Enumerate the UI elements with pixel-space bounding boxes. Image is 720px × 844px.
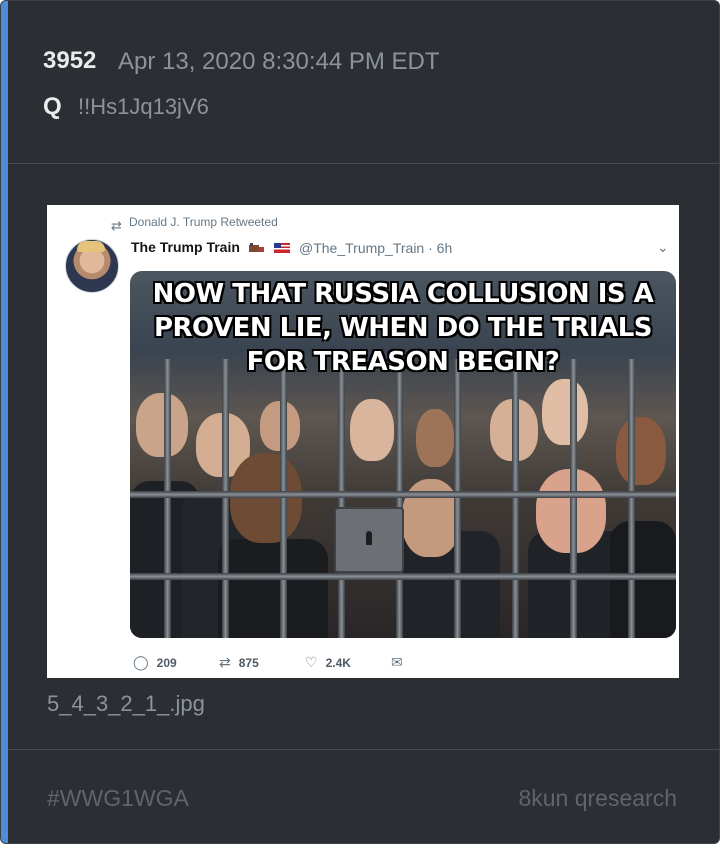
keyhole	[366, 531, 372, 545]
cell-bar	[164, 359, 171, 638]
post-author: Q	[43, 93, 62, 120]
post-source: 8kun qresearch	[518, 785, 677, 811]
hashtag: #WWG1WGA	[47, 785, 189, 811]
post-card: 3952 Apr 13, 2020 8:30:44 PM EDT Q !!Hs1…	[0, 0, 720, 844]
retweet-count: 875	[238, 656, 259, 670]
reply-action: ◯ 209	[133, 654, 177, 671]
cell-bar	[454, 359, 461, 638]
like-count: 2.4K	[325, 656, 351, 670]
meme-line: NOW THAT RUSSIA COLLUSION IS A	[152, 279, 654, 309]
train-emoji-icon	[248, 243, 264, 253]
avatar-hair	[77, 241, 105, 252]
cell-bar	[280, 359, 287, 638]
reply-count: 209	[156, 656, 177, 670]
message-action: ✉	[391, 654, 411, 671]
reply-icon: ◯	[133, 654, 149, 670]
figure-face	[350, 399, 394, 461]
cell-crossbar	[130, 491, 676, 498]
post-tripcode: !!Hs1Jq13jV6	[78, 94, 209, 119]
post-header: 3952 Apr 13, 2020 8:30:44 PM EDT Q !!Hs1…	[8, 1, 719, 163]
cell-bar	[338, 359, 345, 638]
header-divider	[8, 163, 719, 164]
retweet-label: Donald J. Trump Retweeted	[129, 215, 278, 229]
tweet-handle-time: @The_Trump_Train · 6h	[299, 240, 453, 256]
cell-bar	[396, 359, 403, 638]
figure-face	[230, 453, 302, 543]
post-date: Apr 13, 2020 8:30:44 PM EDT	[118, 48, 440, 75]
meme-caption: NOW THAT RUSSIA COLLUSION IS A PROVEN LI…	[130, 277, 676, 379]
tweet-account-name: The Trump Train	[131, 239, 290, 255]
us-flag-icon	[273, 243, 290, 254]
retweet-icon: ⇄	[111, 218, 122, 233]
figure-face	[542, 379, 588, 445]
meme-line: FOR TREASON BEGIN?	[246, 347, 560, 377]
cell-crossbar	[130, 573, 676, 580]
figure-face	[416, 409, 454, 467]
post-number[interactable]: 3952	[43, 47, 96, 75]
envelope-icon: ✉	[391, 654, 403, 670]
meme-line: PROVEN LIE, WHEN DO THE TRIALS	[153, 313, 653, 343]
attachment-filename[interactable]: 5_4_3_2_1_.jpg	[47, 691, 205, 717]
chevron-down-icon: ⌄	[657, 239, 669, 255]
figure-face	[616, 417, 666, 485]
retweet-icon: ⇄	[219, 654, 231, 670]
padlock-icon	[334, 507, 404, 573]
figure-face	[136, 393, 188, 457]
like-action: ♡ 2.4K	[305, 654, 351, 671]
post-accent-bar	[1, 1, 8, 843]
meme-image: NOW THAT RUSSIA COLLUSION IS A PROVEN LI…	[130, 271, 676, 638]
retweet-action: ⇄ 875	[219, 654, 259, 671]
attached-image[interactable]: ⇄ Donald J. Trump Retweeted The Trump Tr…	[47, 205, 679, 678]
tweet-account-label: The Trump Train	[131, 239, 240, 255]
heart-icon: ♡	[305, 654, 318, 670]
figure-suit	[218, 539, 328, 638]
footer-divider	[8, 749, 719, 750]
cell-bar	[222, 359, 229, 638]
cell-bar	[570, 359, 577, 638]
cell-bar	[628, 359, 635, 638]
cell-bar	[512, 359, 519, 638]
